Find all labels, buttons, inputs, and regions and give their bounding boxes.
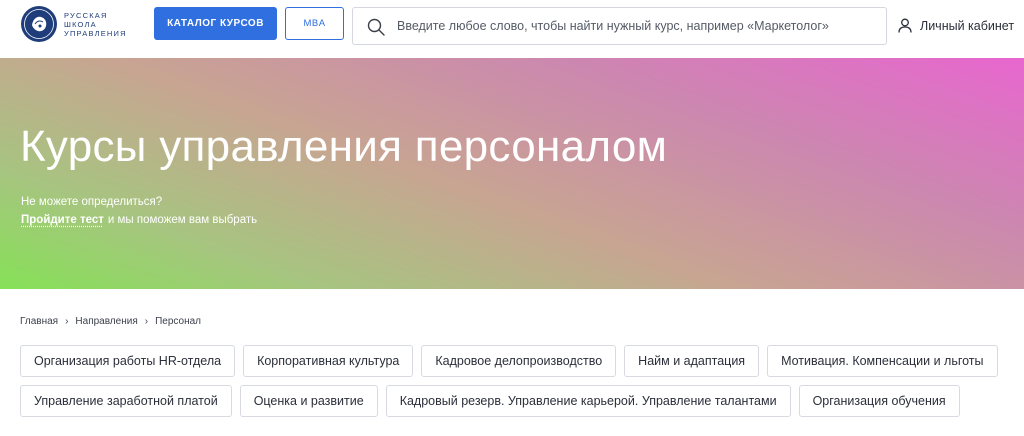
category-chip[interactable]: Организация обучения — [798, 385, 960, 417]
user-icon — [898, 18, 912, 33]
chevron-right-icon: › — [144, 316, 149, 327]
mba-button[interactable]: MBA — [285, 7, 344, 40]
search-input[interactable] — [397, 8, 877, 44]
category-chips-row: Организация работы HR-отдела Корпоративн… — [20, 345, 998, 377]
logo[interactable]: РУССКАЯ ШКОЛА УПРАВЛЕНИЯ — [20, 5, 127, 43]
hero-subtitle: Не можете определиться? — [21, 196, 163, 208]
logo-text: РУССКАЯ ШКОЛА УПРАВЛЕНИЯ — [64, 11, 127, 38]
category-chip[interactable]: Организация работы HR-отдела — [20, 345, 236, 377]
category-chip[interactable]: Мотивация. Компенсации и льготы — [767, 345, 998, 377]
category-chips-row: Управление заработной платой Оценка и ра… — [20, 385, 960, 417]
breadcrumb-current: Персонал — [155, 316, 201, 327]
logo-line: ШКОЛА — [64, 19, 97, 29]
logo-emblem-icon — [21, 6, 57, 42]
search-box[interactable] — [352, 7, 887, 45]
chevron-right-icon: › — [65, 316, 69, 327]
logo-line: РУССКАЯ — [64, 10, 108, 20]
logo-line: УПРАВЛЕНИЯ — [64, 28, 127, 38]
personal-cabinet-link[interactable]: Личный кабинет — [898, 18, 1014, 33]
page-title: Курсы управления персоналом — [20, 122, 668, 171]
hero-test-prompt: Пройдите тест и мы поможем вам выбрать — [21, 214, 257, 226]
site-header: РУССКАЯ ШКОЛА УПРАВЛЕНИЯ КАТАЛОГ КУРСОВ … — [0, 0, 1024, 58]
catalog-button[interactable]: КАТАЛОГ КУРСОВ — [154, 7, 277, 40]
breadcrumb-directions[interactable]: Направления — [75, 316, 137, 327]
hero-banner: Курсы управления персоналом Не можете оп… — [0, 58, 1024, 289]
category-chip[interactable]: Найм и адаптация — [624, 345, 760, 377]
category-chip[interactable]: Кадровое делопроизводство — [421, 345, 617, 377]
breadcrumb-home[interactable]: Главная — [20, 316, 58, 327]
take-test-link[interactable]: Пройдите тест — [21, 214, 104, 226]
category-chip[interactable]: Корпоративная культура — [243, 345, 414, 377]
hero-test-suffix: и мы поможем вам выбрать — [107, 214, 258, 226]
category-chip[interactable]: Кадровый резерв. Управление карьерой. Уп… — [385, 385, 791, 417]
cabinet-label: Личный кабинет — [920, 18, 1015, 33]
category-chip[interactable]: Управление заработной платой — [20, 385, 232, 417]
breadcrumb: Главная › Направления › Персонал — [20, 316, 201, 327]
category-chip[interactable]: Оценка и развитие — [239, 385, 378, 417]
search-icon[interactable] — [367, 18, 385, 36]
